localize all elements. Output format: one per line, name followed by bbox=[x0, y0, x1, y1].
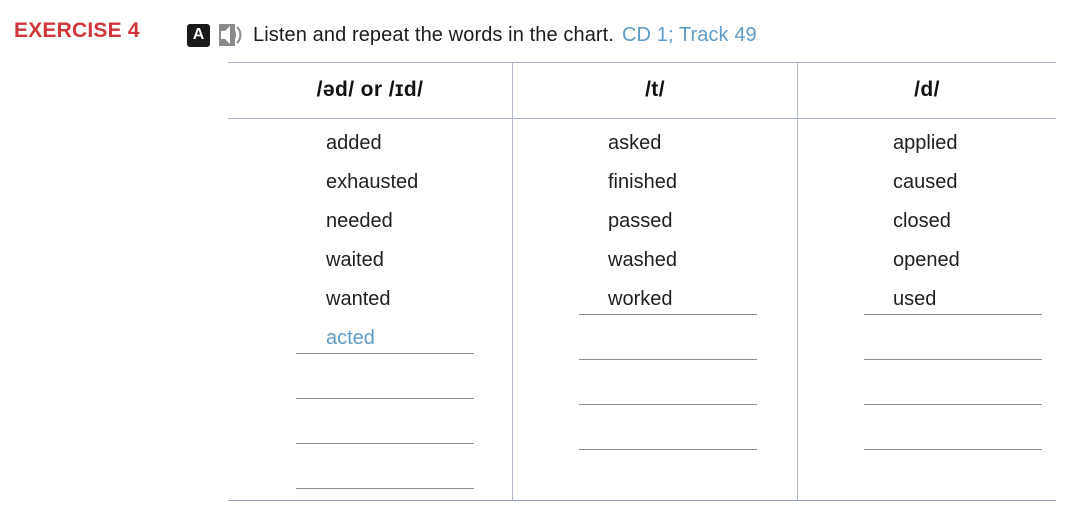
part-a-badge: A bbox=[187, 23, 210, 47]
column-header-ad-id: /əd/ or /ɪd/ bbox=[316, 78, 424, 101]
write-in-line[interactable] bbox=[296, 488, 474, 489]
speaker-icon[interactable] bbox=[219, 24, 245, 46]
chart-word: opened bbox=[893, 249, 960, 271]
instruction-text: Listen and repeat the words in the chart… bbox=[253, 23, 614, 46]
chart-word: caused bbox=[893, 171, 958, 193]
instruction-row: A Listen and repeat the words in the cha… bbox=[187, 20, 757, 50]
write-in-line[interactable] bbox=[579, 359, 757, 360]
pronunciation-chart: /əd/ or /ɪd/ added exhausted needed waited w… bbox=[228, 62, 1056, 502]
write-in-line[interactable] bbox=[296, 353, 474, 354]
write-in-line[interactable] bbox=[579, 404, 757, 405]
write-in-line[interactable] bbox=[579, 314, 757, 315]
column-header-d: /d/ bbox=[914, 78, 940, 101]
write-in-line[interactable] bbox=[864, 449, 1042, 450]
track-reference: CD 1; Track 49 bbox=[621, 23, 757, 46]
chart-column-ad-id: /əd/ or /ɪd/ added exhausted needed waited w… bbox=[228, 62, 512, 501]
exercise-number-label: EXERCISE 4 bbox=[14, 19, 140, 42]
write-in-line[interactable] bbox=[296, 398, 474, 399]
write-in-line[interactable] bbox=[296, 443, 474, 444]
write-in-line[interactable] bbox=[864, 314, 1042, 315]
chart-column-d: /d/ applied caused closed opened used bbox=[798, 62, 1056, 501]
column-header-t: /t/ bbox=[645, 78, 665, 101]
chart-word: closed bbox=[893, 210, 951, 232]
chart-column-t: /t/ asked finished passed washed worked bbox=[513, 62, 797, 501]
exercise-header: EXERCISE 4 A Listen and repeat the words… bbox=[0, 0, 1080, 58]
write-in-line[interactable] bbox=[579, 449, 757, 450]
chart-word: applied bbox=[893, 132, 958, 154]
write-in-line[interactable] bbox=[864, 404, 1042, 405]
write-in-line[interactable] bbox=[864, 359, 1042, 360]
